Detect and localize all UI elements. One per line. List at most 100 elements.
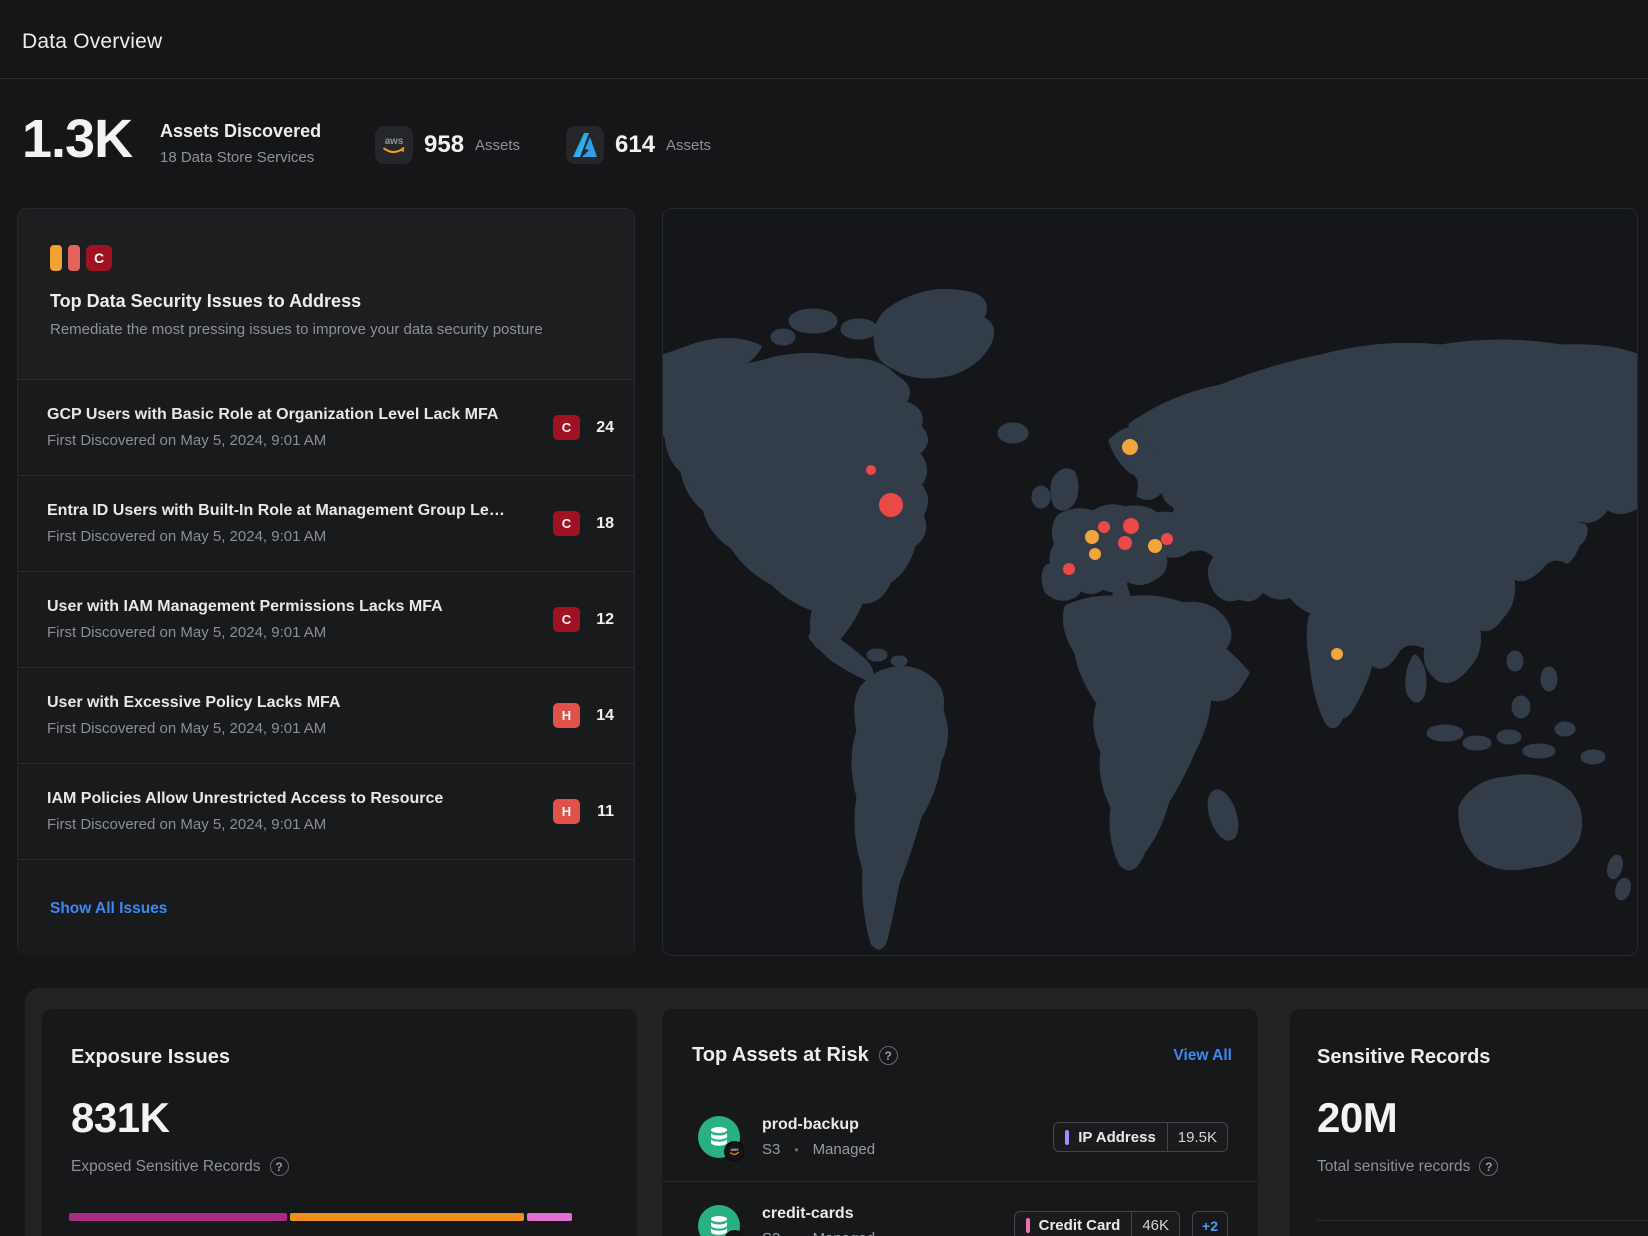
azure-assets-unit: Assets xyxy=(666,137,711,154)
header-divider xyxy=(0,78,1648,79)
issue-count: 12 xyxy=(580,611,614,629)
azure-assets-stat: 614 Assets xyxy=(566,126,711,164)
exposure-bar-segment xyxy=(69,1213,287,1221)
asset-status: Managed xyxy=(813,1230,876,1236)
map-marker-orange[interactable] xyxy=(1089,548,1101,560)
issue-text: IAM Policies Allow Unrestricted Access t… xyxy=(47,790,553,833)
asset-subtitle: S3•Managed xyxy=(762,1141,1053,1158)
issue-discovered-date: First Discovered on May 5, 2024, 9:01 AM xyxy=(47,720,539,737)
aws-icon: aws xyxy=(375,126,413,164)
view-all-link[interactable]: View All xyxy=(1173,1047,1232,1065)
bullet-separator-icon: • xyxy=(794,1231,798,1236)
data-class-count: 46K xyxy=(1131,1212,1179,1236)
map-marker-red[interactable] xyxy=(1118,536,1132,550)
asset-list: aws prod-backupS3•ManagedIP Address19.5K… xyxy=(662,1093,1258,1236)
data-class-color-bar xyxy=(1026,1218,1030,1233)
asset-subtitle: S3 • Managed xyxy=(762,1230,1014,1236)
issue-title: Entra ID Users with Built-In Role at Man… xyxy=(47,502,539,520)
severity-bar-orange-icon xyxy=(50,245,62,271)
top-issues-subtitle: Remediate the most pressing issues to im… xyxy=(50,321,604,338)
issue-count: 24 xyxy=(580,419,614,437)
help-icon[interactable]: ? xyxy=(1479,1157,1498,1176)
top-assets-header: Top Assets at Risk ? View All xyxy=(662,1009,1258,1067)
exposure-distribution-bar xyxy=(69,1213,572,1221)
data-class-count: 19.5K xyxy=(1167,1123,1227,1151)
issue-discovered-date: First Discovered on May 5, 2024, 9:01 AM xyxy=(47,528,539,545)
asset-tags: IP Address19.5K xyxy=(1053,1122,1228,1152)
map-marker-red[interactable] xyxy=(866,465,876,475)
map-marker-orange[interactable] xyxy=(1331,648,1343,660)
help-icon[interactable]: ? xyxy=(270,1157,289,1176)
data-class-color-bar xyxy=(1065,1130,1069,1145)
map-marker-orange[interactable] xyxy=(1148,539,1162,553)
issue-discovered-date: First Discovered on May 5, 2024, 9:01 AM xyxy=(47,432,539,449)
severity-badge: C xyxy=(553,607,580,632)
severity-stack-icon: C xyxy=(50,245,604,271)
asset-info: prod-backup S3•Managed xyxy=(762,1116,1053,1158)
data-store-services-label: 18 Data Store Services xyxy=(160,149,321,166)
issue-row[interactable]: User with Excessive Policy Lacks MFAFirs… xyxy=(18,667,634,763)
map-marker-orange[interactable] xyxy=(1085,530,1099,544)
issue-text: User with Excessive Policy Lacks MFAFirs… xyxy=(47,694,553,737)
issue-text: Entra ID Users with Built-In Role at Man… xyxy=(47,502,553,545)
assets-discovered-value: 1.3K xyxy=(22,108,132,170)
data-class-label: Credit Card xyxy=(1015,1217,1132,1234)
issue-count: 11 xyxy=(580,803,614,821)
page-title: Data Overview xyxy=(22,30,162,54)
top-issues-panel: C Top Data Security Issues to Address Re… xyxy=(17,208,635,956)
severity-badge: H xyxy=(553,799,580,824)
assets-discovered-labels: Assets Discovered 18 Data Store Services xyxy=(160,121,321,166)
exposure-issues-title: Exposure Issues xyxy=(71,1046,230,1069)
sensitive-records-value: 20M xyxy=(1317,1094,1397,1142)
asset-name: prod-backup xyxy=(762,1116,1053,1134)
issue-row[interactable]: User with IAM Management Permissions Lac… xyxy=(18,571,634,667)
exposure-issues-card: Exposure Issues 831K Exposed Sensitive R… xyxy=(42,1009,637,1236)
data-class-chip[interactable]: IP Address19.5K xyxy=(1053,1122,1228,1152)
asset-info: credit-cardsS3•Managed xyxy=(762,1205,1014,1236)
map-marker-red[interactable] xyxy=(1063,563,1075,575)
issue-text: User with IAM Management Permissions Lac… xyxy=(47,598,553,641)
issues-list: GCP Users with Basic Role at Organizatio… xyxy=(18,379,634,859)
top-assets-title: Top Assets at Risk xyxy=(692,1044,869,1067)
exposure-issues-label: Exposed Sensitive Records xyxy=(71,1158,261,1176)
asset-service: S3 xyxy=(762,1141,780,1158)
sensitive-records-title: Sensitive Records xyxy=(1317,1046,1490,1069)
map-marker-red[interactable] xyxy=(1123,518,1139,534)
asset-row[interactable]: aws credit-cardsS3•ManagedCredit Card46K… xyxy=(662,1181,1258,1236)
aws-assets-count: 958 xyxy=(424,131,464,159)
issue-title: IAM Policies Allow Unrestricted Access t… xyxy=(47,790,539,808)
map-markers-layer xyxy=(663,209,1637,955)
severity-bar-salmon-icon xyxy=(68,245,80,271)
issue-row[interactable]: GCP Users with Basic Role at Organizatio… xyxy=(18,379,634,475)
asset-service: S3 xyxy=(762,1230,780,1236)
asset-row[interactable]: aws prod-backup S3•ManagedIP Address19.5K xyxy=(662,1093,1258,1181)
exposure-bar-segment xyxy=(527,1213,572,1221)
svg-text:aws: aws xyxy=(385,136,404,147)
data-class-chip[interactable]: Credit Card46K xyxy=(1014,1211,1180,1236)
more-tags-chip[interactable]: +2 xyxy=(1192,1211,1228,1236)
exposure-issues-label-row: Exposed Sensitive Records ? xyxy=(71,1157,289,1176)
top-issues-title: Top Data Security Issues to Address xyxy=(50,291,604,312)
map-marker-orange[interactable] xyxy=(1122,439,1138,455)
issue-count: 14 xyxy=(580,707,614,725)
database-icon: aws xyxy=(698,1205,740,1236)
show-all-issues-link[interactable]: Show All Issues xyxy=(50,900,167,918)
help-icon[interactable]: ? xyxy=(879,1046,898,1065)
map-marker-red[interactable] xyxy=(1161,533,1173,545)
issue-count: 18 xyxy=(580,515,614,533)
issue-title: User with IAM Management Permissions Lac… xyxy=(47,598,539,616)
issue-row[interactable]: IAM Policies Allow Unrestricted Access t… xyxy=(18,763,634,859)
issue-text: GCP Users with Basic Role at Organizatio… xyxy=(47,406,553,449)
sensitive-records-divider xyxy=(1317,1220,1648,1221)
top-issues-header: C Top Data Security Issues to Address Re… xyxy=(18,209,634,379)
sensitive-records-card: Sensitive Records 20M Total sensitive re… xyxy=(1290,1009,1648,1236)
issue-row[interactable]: Entra ID Users with Built-In Role at Man… xyxy=(18,475,634,571)
map-marker-red[interactable] xyxy=(879,493,903,517)
map-marker-red[interactable] xyxy=(1098,521,1110,533)
severity-badge: H xyxy=(553,703,580,728)
azure-icon xyxy=(566,126,604,164)
aws-assets-stat: aws 958 Assets xyxy=(375,126,520,164)
top-assets-at-risk-card: Top Assets at Risk ? View All aws prod-b… xyxy=(662,1009,1258,1236)
aws-badge-icon: aws xyxy=(724,1141,745,1162)
aws-assets-unit: Assets xyxy=(475,137,520,154)
